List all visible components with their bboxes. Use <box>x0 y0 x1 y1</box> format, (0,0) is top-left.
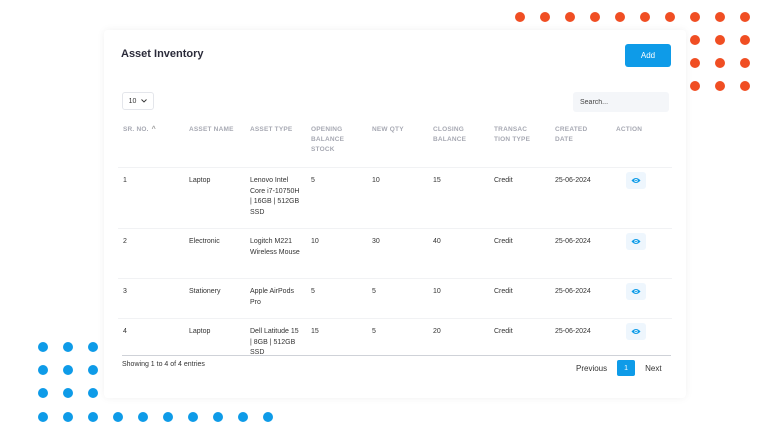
column-header-asset-name[interactable]: ASSET NAME <box>184 122 245 168</box>
cell-asset-type: Apple AirPods Pro <box>245 278 306 319</box>
cell-created-date: 25-06-2024 <box>550 278 611 319</box>
previous-page-button[interactable]: Previous <box>576 364 607 373</box>
cell-new-qty: 30 <box>367 228 428 279</box>
cell-sr-no: 4 <box>118 318 184 359</box>
search-input[interactable] <box>573 92 669 112</box>
cell-action <box>611 167 672 229</box>
view-button[interactable] <box>626 172 646 189</box>
view-button[interactable] <box>626 233 646 250</box>
cell-closing-balance: 10 <box>428 278 489 319</box>
view-button[interactable] <box>626 323 646 340</box>
cell-asset-type: Lenovo Intel Core i7-10750H | 16GB | 512… <box>245 167 306 229</box>
table-row: 2 Electronic Logitch M221 Wireless Mouse… <box>118 228 672 279</box>
cell-opening-balance: 10 <box>306 228 367 279</box>
eye-icon <box>631 178 641 183</box>
cell-closing-balance: 40 <box>428 228 489 279</box>
cell-transaction-type: Credit <box>489 278 550 319</box>
blue-dot-pattern-bottom <box>38 412 288 422</box>
cell-closing-balance: 20 <box>428 318 489 359</box>
column-header-action: ACTION <box>616 126 643 133</box>
cell-created-date: 25-06-2024 <box>550 167 611 229</box>
page-size-value: 10 <box>128 97 137 105</box>
add-button[interactable]: Add <box>625 44 671 67</box>
view-button[interactable] <box>626 283 646 300</box>
column-header-new-qty[interactable]: NEW QTY <box>367 122 428 168</box>
pagination: Previous 1 Next <box>576 360 662 376</box>
column-label: SR. NO. <box>123 126 149 133</box>
cell-opening-balance: 5 <box>306 167 367 229</box>
table-footer-divider <box>122 355 671 356</box>
cell-asset-type: Dell Latitude 15 | 8GB | 512GB SSD <box>245 318 306 359</box>
cell-asset-type: Logitch M221 Wireless Mouse <box>245 228 306 279</box>
eye-icon <box>631 289 641 294</box>
column-header-opening-balance[interactable]: OPENING BALANCE STOCK <box>306 122 367 168</box>
asset-inventory-card: Asset Inventory Add 10 SR. NO.^ ASSET NA… <box>104 30 686 398</box>
page-size-select[interactable]: 10 <box>122 92 154 110</box>
cell-asset-name: Laptop <box>184 318 245 359</box>
cell-action <box>611 228 672 279</box>
cell-sr-no: 1 <box>118 167 184 229</box>
table-row: 4 Laptop Dell Latitude 15 | 8GB | 512GB … <box>118 318 672 359</box>
table-header-row: SR. NO. ^ ASSET NAME ASSET TYPE OPENING B… <box>118 122 672 168</box>
page-title: Asset Inventory <box>121 48 204 60</box>
next-page-button[interactable]: Next <box>645 364 661 373</box>
eye-icon <box>631 329 641 334</box>
cell-closing-balance: 15 <box>428 167 489 229</box>
cell-action <box>611 278 672 319</box>
cell-opening-balance: 5 <box>306 278 367 319</box>
cell-created-date: 25-06-2024 <box>550 228 611 279</box>
cell-sr-no: 2 <box>118 228 184 279</box>
cell-sr-no: 3 <box>118 278 184 319</box>
cell-created-date: 25-06-2024 <box>550 318 611 359</box>
table-row: 3 Stationery Apple AirPods Pro 5 5 10 Cr… <box>118 278 672 319</box>
cell-asset-name: Electronic <box>184 228 245 279</box>
cell-new-qty: 5 <box>367 318 428 359</box>
asset-table: SR. NO. ^ ASSET NAME ASSET TYPE OPENING B… <box>118 122 672 359</box>
column-header-asset-type[interactable]: ASSET TYPE <box>245 122 306 168</box>
table-row: 1 Laptop Lenovo Intel Core i7-10750H | 1… <box>118 167 672 229</box>
cell-asset-name: Stationery <box>184 278 245 319</box>
cell-new-qty: 5 <box>367 278 428 319</box>
cell-opening-balance: 15 <box>306 318 367 359</box>
eye-icon <box>631 239 641 244</box>
cell-transaction-type: Credit <box>489 318 550 359</box>
column-header-transaction-type[interactable]: TRANSAC TION TYPE <box>489 122 550 168</box>
column-header-created-date[interactable]: CREATED DATE <box>550 122 611 168</box>
current-page-button[interactable]: 1 <box>617 360 636 376</box>
cell-transaction-type: Credit <box>489 228 550 279</box>
cell-asset-name: Laptop <box>184 167 245 229</box>
sort-up-icon: ^ <box>151 126 156 133</box>
column-header-closing-balance[interactable]: CLOSING BALANCE <box>428 122 489 168</box>
cell-transaction-type: Credit <box>489 167 550 229</box>
chevron-down-icon <box>141 99 148 103</box>
column-header-sr-no[interactable]: SR. NO. ^ <box>118 122 184 168</box>
entries-info: Showing 1 to 4 of 4 entries <box>122 361 205 368</box>
blue-dot-pattern-left <box>38 342 113 398</box>
cell-action <box>611 318 672 359</box>
cell-new-qty: 10 <box>367 167 428 229</box>
